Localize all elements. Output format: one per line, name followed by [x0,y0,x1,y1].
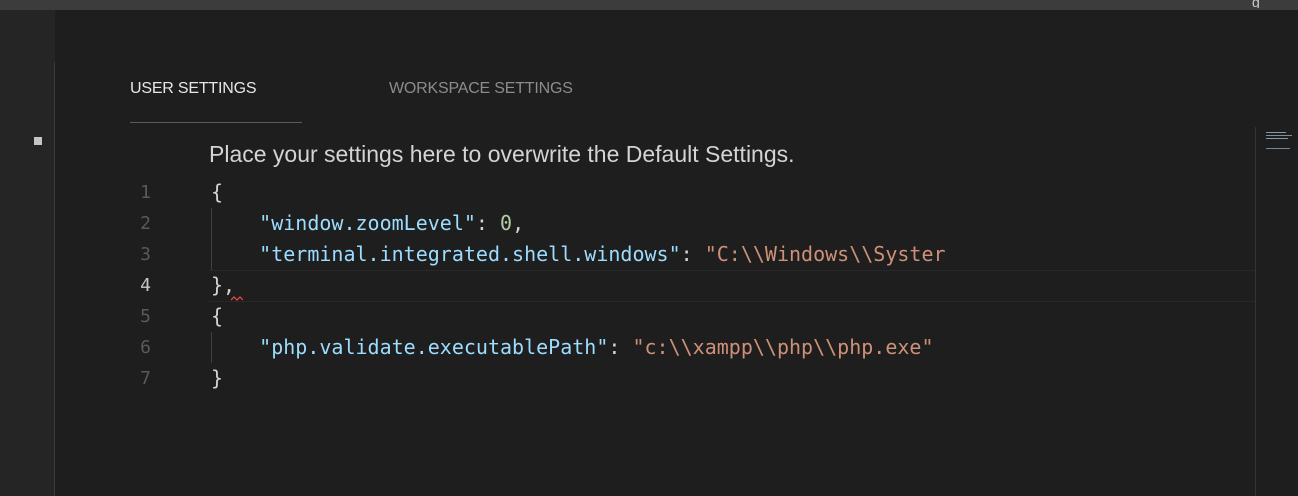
line-number: 3 [140,244,151,265]
minimap-line [1266,135,1292,136]
code-line[interactable]: 7 } [55,363,1255,394]
title-bar: g [0,0,1298,10]
tab-user-settings[interactable]: USER SETTINGS [130,80,257,98]
activity-gutter [0,10,55,496]
settings-editor[interactable]: Place your settings here to overwrite th… [55,127,1255,496]
minimap-line [1266,132,1286,133]
line-text[interactable]: "window.zoomLevel": 0, [211,208,524,239]
current-line-highlight [209,270,1255,302]
line-text[interactable]: { [211,301,223,332]
minimap-line [1266,138,1288,139]
code-line[interactable]: 3 "terminal.integrated.shell.windows": "… [55,239,1255,270]
minimap[interactable] [1262,128,1298,158]
line-number: 7 [140,368,151,389]
code-line[interactable]: 6 "php.validate.executablePath": "c:\\xa… [55,332,1255,363]
active-tab-underline [130,122,302,123]
line-number: 5 [140,306,151,327]
indent-guide [211,208,212,270]
line-number: 1 [140,182,151,203]
line-number: 6 [140,337,151,358]
line-number: 4 [140,275,151,296]
indent-guide [211,332,212,363]
line-text[interactable]: } [211,363,223,394]
tab-workspace-settings[interactable]: WORKSPACE SETTINGS [389,80,573,98]
minimap-line [1266,148,1290,149]
code-line[interactable]: 4 }, [55,270,1255,302]
line-number: 2 [140,213,151,234]
title-bar-glyph-icon: g [1252,0,1260,8]
code-line[interactable]: 1 { [55,177,1255,208]
code-line[interactable]: 5 { [55,301,1255,332]
line-text[interactable]: { [211,177,223,208]
fold-indicator-icon[interactable] [34,137,42,145]
line-text[interactable]: "terminal.integrated.shell.windows": "C:… [211,239,945,270]
code-line[interactable]: 2 "window.zoomLevel": 0, [55,208,1255,239]
minimap-divider [1255,127,1256,496]
settings-banner: Place your settings here to overwrite th… [209,141,795,167]
line-text[interactable]: "php.validate.executablePath": "c:\\xamp… [211,332,933,363]
